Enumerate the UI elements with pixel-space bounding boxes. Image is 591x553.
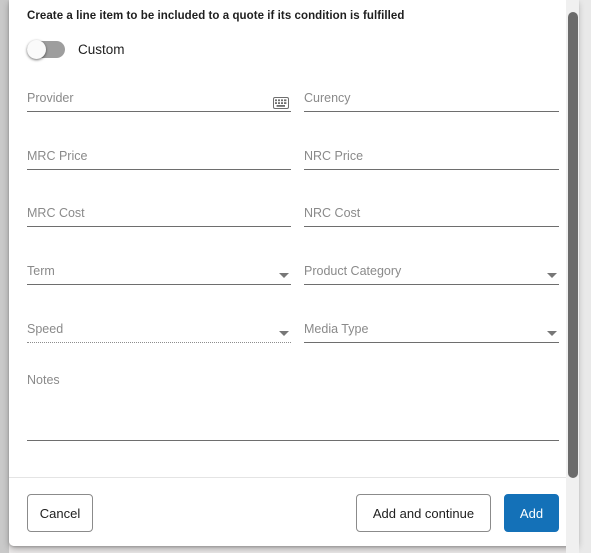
page-background: Create a line item to be included to a q…: [0, 0, 591, 553]
backdrop-left-strip: [0, 0, 9, 553]
field-currency[interactable]: Curency: [304, 84, 559, 112]
field-currency-label: Curency: [304, 91, 351, 105]
field-term-label: Term: [27, 264, 55, 278]
line-item-dialog: Create a line item to be included to a q…: [9, 0, 578, 546]
custom-toggle-row[interactable]: Custom: [27, 40, 125, 59]
backdrop-right-strip: [578, 0, 591, 553]
field-notes[interactable]: Notes: [27, 365, 559, 441]
field-nrc-price[interactable]: NRC Price: [304, 142, 559, 170]
field-nrc-cost-underline: [304, 226, 559, 227]
field-speed-label: Speed: [27, 322, 64, 336]
dialog-footer: Cancel Add and continue Add: [9, 477, 578, 546]
chevron-down-icon[interactable]: [547, 273, 557, 278]
field-product-category-underline: [304, 284, 559, 285]
field-media-type-label: Media Type: [304, 322, 369, 336]
field-notes-label: Notes: [27, 373, 60, 387]
field-nrc-price-label: NRC Price: [304, 149, 364, 163]
field-mrc-cost-underline: [27, 226, 291, 227]
chevron-down-icon: [279, 331, 289, 336]
field-mrc-cost[interactable]: MRC Cost: [27, 199, 291, 227]
field-mrc-price-underline: [27, 169, 291, 170]
field-term[interactable]: Term: [27, 257, 291, 285]
field-media-type[interactable]: Media Type: [304, 315, 559, 343]
field-speed-underline: [27, 342, 291, 343]
field-nrc-cost-label: NRC Cost: [304, 206, 361, 220]
chevron-down-icon[interactable]: [547, 331, 557, 336]
add-and-continue-button[interactable]: Add and continue: [356, 494, 491, 532]
chevron-down-icon[interactable]: [279, 273, 289, 278]
add-button[interactable]: Add: [504, 494, 559, 532]
field-notes-underline: [27, 440, 559, 441]
field-mrc-cost-label: MRC Cost: [27, 206, 85, 220]
custom-toggle-label: Custom: [78, 42, 125, 57]
dialog-heading: Create a line item to be included to a q…: [27, 10, 405, 22]
field-nrc-cost[interactable]: NRC Cost: [304, 199, 559, 227]
toggle-knob: [27, 40, 46, 59]
dialog-body: Create a line item to be included to a q…: [9, 0, 578, 478]
custom-toggle-switch[interactable]: [27, 40, 65, 59]
keyboard-icon[interactable]: [273, 96, 289, 109]
field-nrc-price-underline: [304, 169, 559, 170]
field-provider[interactable]: Provider: [27, 84, 291, 112]
cancel-button[interactable]: Cancel: [27, 494, 93, 532]
field-provider-label: Provider: [27, 91, 74, 105]
field-term-underline: [27, 284, 291, 285]
field-speed: Speed: [27, 315, 291, 343]
field-media-type-underline: [304, 342, 559, 343]
field-currency-underline: [304, 111, 559, 112]
field-product-category[interactable]: Product Category: [304, 257, 559, 285]
field-mrc-price-label: MRC Price: [27, 149, 88, 163]
field-product-category-label: Product Category: [304, 264, 402, 278]
field-mrc-price[interactable]: MRC Price: [27, 142, 291, 170]
vertical-scrollbar-thumb[interactable]: [568, 12, 578, 478]
field-provider-underline: [27, 111, 291, 112]
